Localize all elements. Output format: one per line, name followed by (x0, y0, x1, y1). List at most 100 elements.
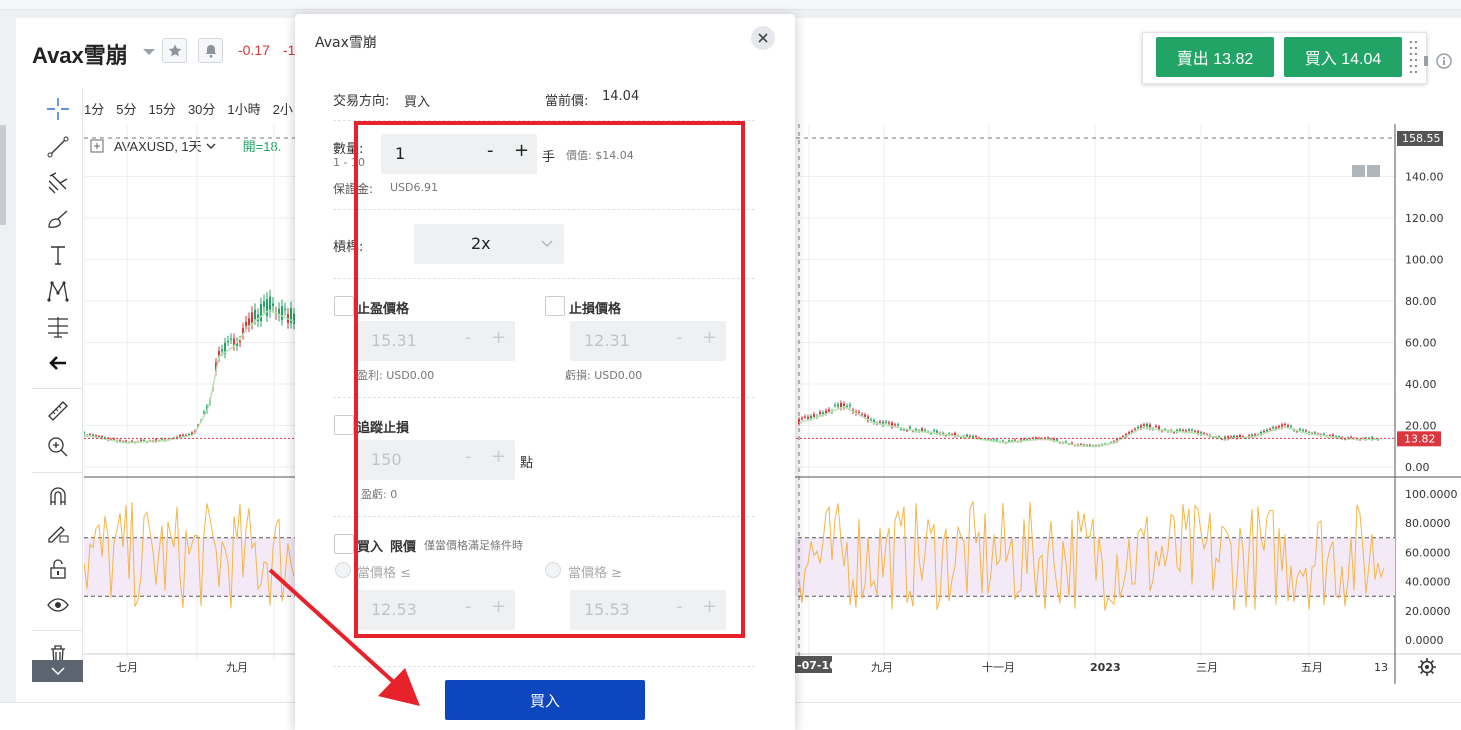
candle-body (993, 439, 995, 441)
condition-ge-radio[interactable] (545, 562, 561, 578)
price-tick-label: 0.00 (1405, 461, 1430, 474)
timeframe-1h[interactable]: 1小時 (227, 99, 260, 118)
timeframe-15m[interactable]: 15分 (148, 99, 175, 118)
time-tick-label: 七月 (116, 661, 138, 674)
back-tool[interactable] (45, 350, 71, 376)
alert-button[interactable] (198, 38, 223, 63)
candle-body (1272, 427, 1274, 429)
limit-order-checkbox[interactable] (334, 534, 354, 554)
visibility-tool[interactable] (45, 592, 71, 618)
limit-hint: 僅當價格滿足條件時 (424, 539, 523, 552)
price-tick-label: 20.00 (1405, 419, 1437, 432)
take-profit-minus-button[interactable]: - (465, 327, 472, 348)
candle-body (858, 411, 860, 413)
trailing-stop-unit: 點 (520, 456, 534, 471)
stop-loss-plus-button[interactable]: + (702, 327, 717, 348)
candle-body (1194, 431, 1196, 433)
limit-ge-stepper[interactable]: 15.53 - + (570, 590, 726, 630)
timeframe-30m[interactable]: 30分 (188, 99, 215, 118)
quantity-value[interactable]: 1 (395, 144, 405, 163)
submit-buy-button[interactable]: 買入 (445, 680, 645, 720)
magnet-tool[interactable] (45, 484, 71, 510)
take-profit-checkbox[interactable] (334, 296, 354, 316)
leverage-value[interactable]: 2x (471, 234, 491, 253)
limit-ge-value[interactable]: 15.53 (584, 600, 630, 619)
pencil-lock-icon (48, 526, 69, 543)
candle-body (924, 429, 926, 431)
chart-settings-gear-icon[interactable] (1418, 658, 1436, 676)
take-profit-value[interactable]: 15.31 (371, 331, 417, 350)
trendline-tool[interactable] (45, 134, 71, 160)
limit-ge-minus-button[interactable]: - (676, 596, 683, 617)
candle-body (969, 435, 971, 437)
timeframe-1m[interactable]: 1分 (84, 99, 104, 118)
trailing-stop-value[interactable]: 150 (371, 450, 402, 469)
unlock-icon (50, 559, 66, 579)
candle-body (254, 309, 256, 320)
candle-body (921, 428, 923, 431)
crosshair-tool[interactable] (45, 96, 71, 122)
collapse-pane-button[interactable] (1352, 165, 1365, 177)
take-profit-stepper[interactable]: 15.31 - + (357, 321, 515, 361)
candle-body (804, 416, 806, 418)
quick-trade-box: 賣出 13.82 買入 14.04 (1142, 32, 1427, 84)
limit-ge-plus-button[interactable]: + (702, 596, 717, 617)
lock-drawing-tool[interactable] (45, 520, 71, 546)
candle-body (1182, 429, 1184, 431)
stop-loss-minus-button[interactable]: - (676, 327, 683, 348)
trailing-stop-minus-button[interactable]: - (465, 446, 472, 467)
candle-body (1179, 429, 1181, 431)
current-price-label: 當前價: (545, 94, 589, 109)
candle-body (885, 421, 887, 423)
candle-body (143, 439, 145, 441)
candle-body (1284, 424, 1286, 426)
timeframe-2h[interactable]: 2小 (273, 99, 293, 118)
limit-le-plus-button[interactable]: + (491, 596, 506, 617)
brush-icon (48, 210, 68, 228)
stop-loss-checkbox[interactable] (545, 296, 565, 316)
quantity-stepper[interactable]: 1 - + (381, 134, 537, 174)
candle-body (140, 439, 142, 442)
stop-loss-stepper[interactable]: 12.31 - + (570, 321, 726, 361)
sell-button[interactable]: 賣出 13.82 (1156, 37, 1274, 77)
trailing-stop-stepper[interactable]: 150 - + (357, 440, 515, 480)
buy-button[interactable]: 買入 14.04 (1284, 37, 1402, 77)
chevron-down-icon[interactable] (143, 49, 155, 55)
timeframe-5m[interactable]: 5分 (116, 99, 136, 118)
drag-handle-icon[interactable] (1408, 39, 1422, 77)
quantity-minus-button[interactable]: - (487, 140, 494, 161)
zoom-tool[interactable] (45, 434, 71, 460)
trailing-stop-checkbox[interactable] (334, 415, 354, 435)
candle-body (828, 409, 830, 412)
unlock-tool[interactable] (45, 556, 71, 582)
trailing-stop-plus-button[interactable]: + (491, 446, 506, 467)
maximize-pane-button[interactable] (1367, 165, 1380, 177)
pattern-tool[interactable] (45, 278, 71, 304)
toolbar-expand-button[interactable] (32, 660, 83, 682)
info-icon[interactable] (1424, 52, 1454, 72)
take-profit-plus-button[interactable]: + (491, 327, 506, 348)
stop-loss-value[interactable]: 12.31 (584, 331, 630, 350)
candle-body (897, 424, 899, 426)
favorite-button[interactable] (162, 38, 187, 63)
leverage-select[interactable]: 2x (414, 224, 564, 264)
price-tick-label: 60.00 (1405, 336, 1437, 349)
quantity-plus-button[interactable]: + (514, 140, 529, 161)
page-scrollbar[interactable] (0, 125, 6, 225)
fib-tool[interactable] (45, 170, 71, 196)
trailing-stop-label: 追蹤止損 (357, 421, 410, 436)
pane-controls[interactable] (1352, 165, 1382, 177)
limit-type-label: 限價 (390, 540, 417, 555)
prediction-tool[interactable] (45, 314, 71, 340)
brush-tool[interactable] (45, 206, 71, 232)
candle-body (1155, 425, 1157, 427)
text-tool[interactable] (45, 242, 71, 268)
candle-body (272, 303, 274, 306)
ruler-tool[interactable] (45, 398, 71, 424)
close-button[interactable] (751, 26, 775, 50)
price-tick-label: 120.00 (1405, 212, 1444, 225)
candle-body (1128, 432, 1130, 434)
candle-body (996, 439, 998, 441)
price-tick-label: 13.82 (1404, 432, 1436, 445)
limit-le-minus-button[interactable]: - (465, 596, 472, 617)
